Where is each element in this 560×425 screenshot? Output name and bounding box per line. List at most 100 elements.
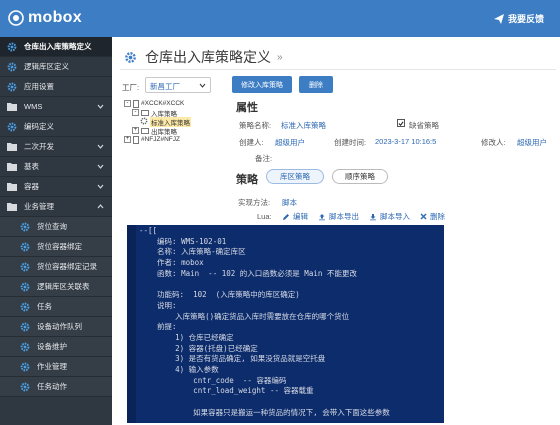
code-line: 入库策略()确定货品入库时需要放在仓库的哪个货位 [139,311,350,321]
folder-icon [141,109,149,116]
code-line: 名称: 入库策略-确定库区 [139,247,246,257]
gear-icon [20,282,30,292]
sidebar-item[interactable]: 业务管理 [0,197,112,217]
factory-value: 新昌工厂 [150,82,180,91]
gear-icon [20,302,30,312]
code-line: 功能码: 102 (入库策略中的库区确定) [139,290,300,300]
default-checkbox[interactable] [397,119,405,127]
sidebar-item[interactable]: WMS [0,97,112,117]
sidebar-subitem-label: 货位容器绑定 [37,242,82,251]
check-icon [398,120,404,126]
chevron-down-icon [199,83,206,88]
sidebar-subitem[interactable]: 设备动作队列 [0,317,112,337]
sidebar-subitem[interactable]: 任务 [0,297,112,317]
expand-icon[interactable]: + [124,136,131,143]
code-line: 1) 仓库已经确定 [139,332,234,342]
import-script-button[interactable]: 脚本导入 [369,211,410,222]
edit-script-button[interactable]: 编辑 [282,211,308,222]
edit-strategy-button[interactable]: 修改入库策略 [232,76,292,93]
sidebar-item[interactable]: 二次开发 [0,137,112,157]
gear-icon [20,242,30,252]
modifier-value: 超级用户 [517,138,547,147]
export-script-label: 脚本导出 [329,212,359,221]
tree-node-label: #NFJZ#NFJZ [141,136,180,143]
code-line: 2) 容器(托盘)已经确定 [139,343,258,353]
collapse-icon[interactable]: - [124,100,131,107]
sidebar-item[interactable]: 仓库出入库策略定义 [0,37,112,57]
sidebar-item[interactable]: 基表 [0,157,112,177]
sidebar-item[interactable]: 容器 [0,177,112,197]
sidebar-subitem[interactable]: 货位容器绑定记录 [0,257,112,277]
creator-value: 超级用户 [275,138,305,147]
sidebar-subitem[interactable]: 设备维护 [0,337,112,357]
code-line: 如果容器只是搬运一种货品的情况下, 会带入下面这些参数 [139,407,390,417]
sidebar-subitem[interactable]: 任务动作 [0,377,112,397]
sidebar-item-label: WMS [24,102,43,111]
import-script-label: 脚本导入 [380,212,410,221]
sidebar-subitem-label: 作业管理 [37,362,67,371]
sidebar-item-label: 基表 [24,162,39,171]
sidebar-item-label: 二次开发 [24,142,54,151]
page-title: 仓库出入库策略定义 » [124,47,283,67]
tree-node[interactable]: + 出库策略 [124,126,191,136]
sidebar-subitem[interactable]: 货位查询 [0,217,112,237]
divider [120,69,556,70]
folder-icon [7,202,17,212]
sidebar-item-label: 仓库出入库策略定义 [24,42,92,51]
code-lines: --[[ 编码: WMS-102-01 名称: 入库策略-确定库区 作者: mo… [139,226,390,418]
tree-node-label: 出库策略 [151,128,177,136]
strategy-title: 策略 [236,174,258,186]
lua-label: Lua: [257,212,272,221]
gear-icon [20,342,30,352]
sidebar-item[interactable]: 应用设置 [0,77,112,97]
sidebar-subitem[interactable]: 逻辑库区关联表 [0,277,112,297]
delete-button[interactable]: 删除 [299,76,333,93]
strategy-tree: - #XCCK#XCCK - 入库策略 标准入库策略 + 出库策略 + #NFJZ#NFJZ [124,99,191,144]
sidebar-subitem[interactable]: 货位容器绑定 [0,237,112,257]
impl-value: 脚本 [282,198,297,207]
gear-icon [20,222,30,232]
top-bar: mobox 我要反馈 [0,0,560,37]
tree-node-label: #XCCK#XCCK [141,100,185,107]
code-editor[interactable]: --[[ 编码: WMS-102-01 名称: 入库策略-确定库区 作者: mo… [127,225,444,423]
collapse-icon[interactable]: - [132,109,139,116]
gear-icon [7,42,17,52]
factory-select[interactable]: 新昌工厂 [145,77,211,93]
sidebar-item[interactable]: 逻辑库区定义 [0,57,112,77]
gear-icon [7,62,17,72]
code-line: 作者: mobox [139,258,204,268]
sidebar-subitem[interactable]: 作业管理 [0,357,112,377]
code-line: cntr_code -- 容器编码 [139,375,287,385]
gear-icon [20,382,30,392]
chevron-down-icon [97,103,104,112]
created-value: 2023-3-17 10:16:5 [375,137,437,146]
export-script-button[interactable]: 脚本导出 [318,211,359,222]
sidebar-item[interactable]: 编码定义 [0,117,112,137]
sidebar-item-label: 业务管理 [24,202,54,211]
folder-icon [7,162,17,172]
gear-icon [140,117,148,127]
folder-icon [7,142,17,152]
send-icon [493,13,504,24]
feedback-button[interactable]: 我要反馈 [493,12,544,25]
gear-icon [20,362,30,372]
tab-order-strategy[interactable]: 顺序策略 [332,169,388,184]
modifier-label: 修改人: [481,138,506,147]
sidebar-subitem-label: 货位容器绑定记录 [37,262,97,271]
delete-script-button[interactable]: 删除 [420,211,445,222]
edit-script-label: 编辑 [293,212,308,221]
sidebar-subitem-label: 任务动作 [37,382,67,391]
delete-script-label: 删除 [430,212,445,221]
expand-icon[interactable]: + [132,127,139,134]
download-icon [370,213,376,220]
code-line: 说明: [139,300,177,310]
tab-zone-strategy[interactable]: 库区策略 [266,169,324,184]
pencil-icon [283,213,289,220]
name-value: 标准入库策略 [281,121,326,130]
tree-node[interactable]: + #NFJZ#NFJZ [124,135,191,144]
app-logo[interactable]: mobox [8,9,82,27]
logo-icon [8,10,24,26]
warehouse-icon [133,135,139,144]
code-line: 编码: WMS-102-01 [139,236,227,246]
